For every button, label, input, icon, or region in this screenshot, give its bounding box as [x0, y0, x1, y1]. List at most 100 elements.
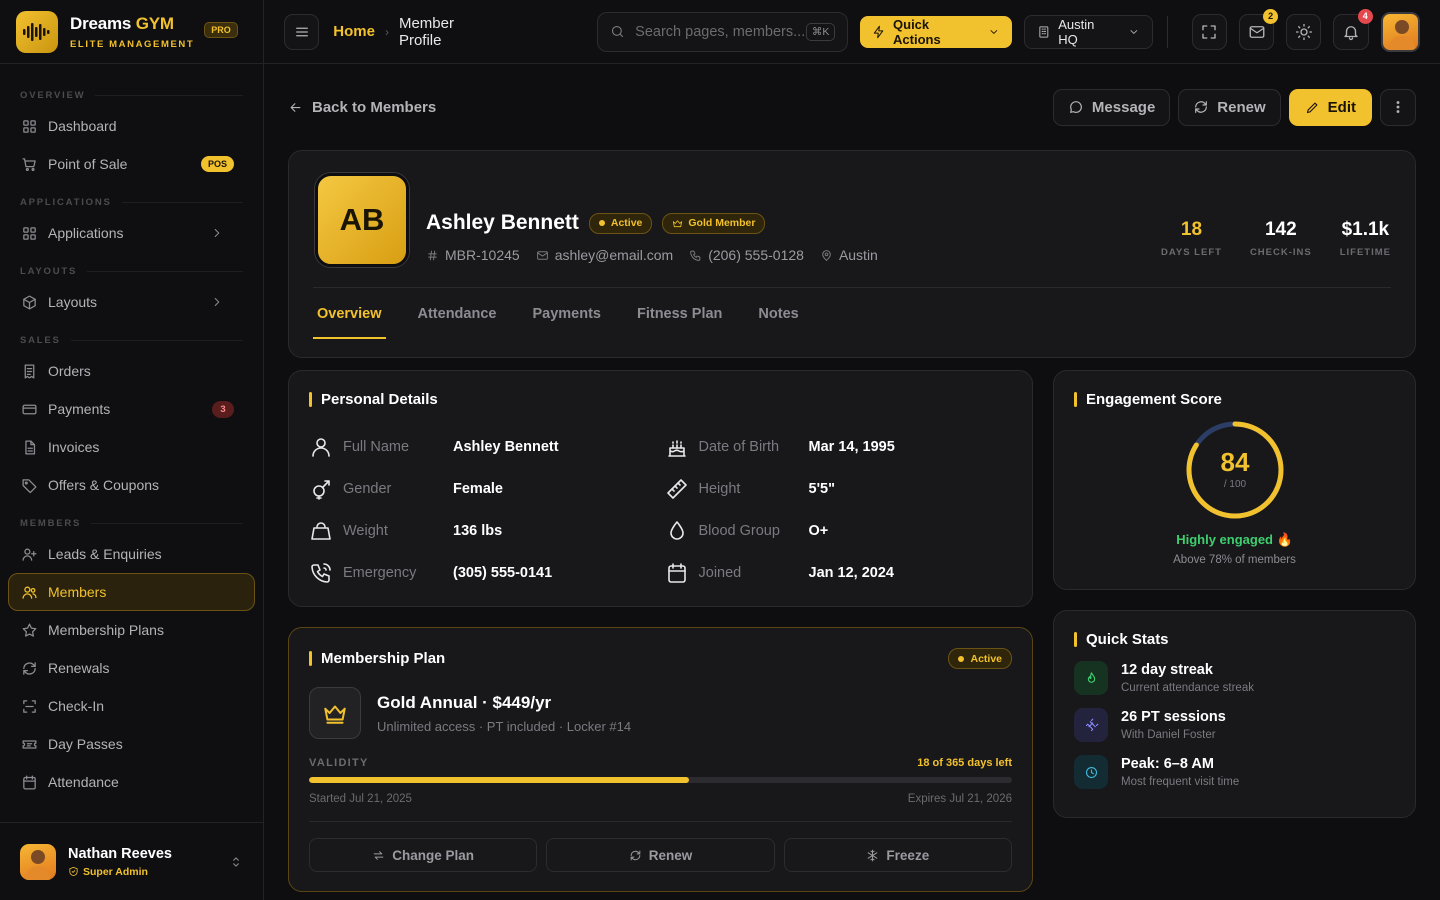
- nav-section-title: APPLICATIONS: [0, 183, 263, 214]
- sidebar-item-renewals[interactable]: Renewals: [8, 649, 255, 687]
- logo-icon: [16, 10, 58, 53]
- detail-value: 136 lbs: [453, 523, 503, 539]
- profile-card: AB Ashley Bennett Active Gold Member MBR…: [288, 150, 1416, 358]
- profile-avatar[interactable]: [1380, 11, 1420, 52]
- status-badge: Active: [588, 212, 653, 234]
- stat-label: CHECK-INS: [1249, 247, 1312, 258]
- edit-button[interactable]: Edit: [1288, 88, 1372, 126]
- search-input[interactable]: [635, 23, 806, 40]
- quick-actions-button[interactable]: Quick Actions: [860, 15, 1012, 48]
- pro-badge: PRO: [204, 21, 238, 38]
- crown-icon: [309, 687, 361, 739]
- sidebar-item-dashboard[interactable]: Dashboard: [8, 107, 255, 145]
- sidebar-item-membership-plans[interactable]: Membership Plans: [8, 611, 255, 649]
- cube-icon: [23, 294, 36, 310]
- grid-icon: [23, 226, 36, 240]
- stat-label: DAYS LEFT: [1161, 247, 1222, 258]
- personal-details-card: Personal Details Full Name Ashley Bennett…: [288, 370, 1033, 607]
- detail-label: Full Name: [343, 439, 410, 455]
- bell-icon: [1344, 25, 1358, 40]
- stat-days-left: 18 DAYS LEFT: [1161, 219, 1222, 258]
- sidebar-item-label: Check-In: [48, 698, 105, 714]
- detail-row: Gender Female: [309, 468, 661, 510]
- breadcrumb-current: Member Profile: [398, 14, 454, 49]
- weight-icon: [311, 522, 331, 540]
- sidebar-item-label: Leads & Enquiries: [48, 546, 162, 562]
- personal-details-left: Full Name Ashley Bennett Gender Female Weigh…: [309, 426, 661, 594]
- menu-toggle-button[interactable]: [284, 13, 320, 50]
- sidebar-item-applications[interactable]: Applications: [8, 214, 255, 252]
- sidebar-item-members[interactable]: Members: [8, 573, 255, 611]
- tab-attendance[interactable]: Attendance: [414, 288, 501, 359]
- quick-stat-item: 12 day streak Current attendance streak: [1074, 661, 1395, 695]
- breadcrumb: Home › Member Profile: [333, 15, 497, 49]
- chevron-right-icon: [214, 228, 220, 238]
- chevron-updown-icon[interactable]: [229, 855, 243, 869]
- sidebar-item-offers-coupons[interactable]: Offers & Coupons: [8, 466, 255, 504]
- mail-button[interactable]: 2: [1238, 8, 1279, 50]
- more-options-button[interactable]: [1380, 88, 1416, 126]
- detail-row: Height 5'5": [665, 468, 1013, 510]
- change-plan-button[interactable]: Change Plan: [309, 838, 538, 872]
- fullscreen-button[interactable]: [1191, 13, 1227, 50]
- detail-row: Date of Birth Mar 14, 1995: [665, 426, 1013, 468]
- sidebar-item-label: Dashboard: [48, 118, 117, 134]
- notification-count-badge: 4: [1357, 8, 1373, 24]
- sidebar-user[interactable]: Nathan Reeves Super Admin: [0, 822, 263, 900]
- notifications-button[interactable]: 4: [1333, 8, 1373, 50]
- member-meta: MBR-10245 ashley@email.com (206) 555-012…: [426, 247, 894, 263]
- search-box[interactable]: ⌘K: [597, 11, 849, 52]
- engagement-label: Highly engaged 🔥: [1176, 532, 1293, 547]
- brand-tagline: ELITE MANAGEMENT: [70, 38, 195, 50]
- tier-badge: Gold Member: [662, 212, 766, 234]
- quick-stat-subtitle: Current attendance streak: [1121, 682, 1254, 694]
- engagement-gauge: 84 / 100: [1184, 419, 1286, 521]
- detail-label: Height: [698, 481, 741, 497]
- theme-toggle-button[interactable]: [1286, 13, 1322, 50]
- sidebar-item-label: Attendance: [48, 774, 119, 790]
- sidebar-item-point-of-sale[interactable]: Point of Sale POS: [8, 145, 255, 183]
- member-phone[interactable]: (206) 555-0128: [689, 247, 804, 263]
- section-title: Quick Stats: [1074, 631, 1395, 648]
- sidebar-item-layouts[interactable]: Layouts: [8, 283, 255, 321]
- plan-name: Gold Annual · $449/yr: [377, 692, 552, 712]
- detail-label: Gender: [343, 481, 392, 497]
- sidebar-item-label: Payments: [48, 401, 111, 417]
- sidebar-item-leads-enquiries[interactable]: Leads & Enquiries: [8, 535, 255, 573]
- back-to-members-link[interactable]: Back to Members: [288, 99, 436, 116]
- detail-row: Blood Group O+: [665, 510, 1013, 552]
- member-email[interactable]: ashley@email.com: [536, 247, 673, 263]
- renew-plan-button[interactable]: Renew: [546, 838, 775, 872]
- engagement-score-card: Engagement Score 84 / 100 Highly engaged…: [1053, 370, 1416, 590]
- renew-button[interactable]: Renew: [1178, 88, 1281, 126]
- validity-progress-bar: [309, 777, 1012, 783]
- sidebar-item-invoices[interactable]: Invoices: [8, 428, 255, 466]
- sidebar-item-label: Layouts: [48, 294, 98, 310]
- profile-tabs: Overview Attendance Payments Fitness Plan No…: [313, 287, 1391, 359]
- sidebar-item-payments[interactable]: Payments 3: [8, 390, 255, 428]
- more-vertical-icon: [1396, 101, 1400, 113]
- menu-icon: [295, 27, 308, 36]
- swap-icon: [373, 850, 384, 860]
- tab-notes[interactable]: Notes: [754, 288, 802, 359]
- breadcrumb-home[interactable]: Home: [333, 23, 375, 40]
- nav-section-title: LAYOUTS: [0, 252, 263, 283]
- sidebar-item-attendance[interactable]: Attendance: [8, 763, 255, 801]
- detail-row: Emergency (305) 555-0141: [309, 552, 661, 594]
- sidebar-item-check-in[interactable]: Check-In: [8, 687, 255, 725]
- sidebar-item-orders[interactable]: Orders: [8, 352, 255, 390]
- main-content: Back to Members Message Renew Edit AB As…: [288, 64, 1416, 892]
- brand[interactable]: Dreams GYM ELITE MANAGEMENT PRO: [0, 0, 263, 64]
- tab-fitness-plan[interactable]: Fitness Plan: [633, 288, 726, 359]
- tab-overview[interactable]: Overview: [313, 288, 386, 359]
- message-button[interactable]: Message: [1052, 88, 1171, 126]
- divider: [1166, 15, 1168, 48]
- freeze-button[interactable]: Freeze: [783, 838, 1012, 872]
- location-selector[interactable]: Austin HQ: [1023, 14, 1153, 49]
- scan-icon: [23, 699, 36, 713]
- tab-payments[interactable]: Payments: [528, 288, 605, 359]
- stat-value: 18: [1180, 219, 1203, 240]
- sidebar-item-day-passes[interactable]: Day Passes: [8, 725, 255, 763]
- membership-plan-card: Membership Plan Active Gold Annual · $44…: [288, 627, 1033, 892]
- expiry-date: Expires Jul 21, 2026: [907, 793, 1012, 805]
